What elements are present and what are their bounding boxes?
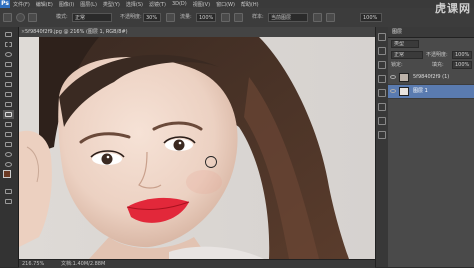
layer-row-selected[interactable]: 图层 1 xyxy=(388,85,474,99)
fill-label: 填充: xyxy=(432,62,444,68)
properties-panel-icon[interactable] xyxy=(378,47,386,55)
eraser-tool-icon[interactable] xyxy=(3,130,14,139)
eyedropper-tool-icon[interactable] xyxy=(3,80,14,89)
swatches-panel-icon[interactable] xyxy=(378,61,386,69)
watermark-logo: 虎课网 xyxy=(435,2,471,15)
brush-tool-icon[interactable] xyxy=(3,100,14,109)
menu-layer[interactable]: 图层(L) xyxy=(77,1,100,8)
layer-opacity-input[interactable]: 100% xyxy=(452,51,472,59)
layer-thumbnail xyxy=(399,73,409,82)
layer-name: 5f9840f2f9 (1) xyxy=(413,74,450,80)
workspace-size[interactable]: 100% xyxy=(360,13,382,22)
menu-help[interactable]: 帮助(H) xyxy=(238,1,262,8)
layers-panel-title: 图层 xyxy=(392,29,403,35)
layer-kind-filter[interactable]: 类型 xyxy=(391,40,419,48)
layer-name: 图层 1 xyxy=(413,88,428,94)
pressure-size-icon[interactable] xyxy=(326,13,335,22)
lock-label: 锁定: xyxy=(391,62,403,68)
ignore-adjustment-icon[interactable] xyxy=(313,13,322,22)
menu-image[interactable]: 图像(I) xyxy=(56,1,77,8)
flow-input[interactable]: 100% xyxy=(196,13,216,22)
brush-panel-icon[interactable] xyxy=(28,13,37,22)
menu-3d[interactable]: 3D(D) xyxy=(169,1,190,7)
layers-panel-header[interactable]: 图层 xyxy=(388,27,474,38)
opacity-input[interactable]: 30% xyxy=(143,13,161,22)
layers-panel: 图层 类型 正常 不透明度: 100% 锁定: 填充: 100% 5f9840f… xyxy=(388,27,474,267)
menu-bar: Ps 文件(F) 编辑(E) 图像(I) 图层(L) 类型(Y) 选择(S) 滤… xyxy=(0,0,474,8)
opacity-label: 不透明度: xyxy=(120,14,142,20)
gradient-tool-icon[interactable] xyxy=(3,140,14,149)
move-tool-icon[interactable] xyxy=(3,30,14,39)
sample-select[interactable]: 当前图层 xyxy=(268,13,308,22)
menu-file[interactable]: 文件(F) xyxy=(10,1,33,8)
menu-type[interactable]: 类型(Y) xyxy=(100,1,123,8)
airbrush-icon[interactable] xyxy=(221,13,230,22)
visibility-eye-icon[interactable] xyxy=(390,75,396,79)
tools-panel xyxy=(0,27,19,267)
panel-icon-strip xyxy=(375,27,388,267)
image-canvas[interactable] xyxy=(19,37,375,259)
marquee-tool-icon[interactable] xyxy=(3,40,14,49)
lasso-tool-icon[interactable] xyxy=(3,50,14,59)
aligned-icon[interactable] xyxy=(234,13,243,22)
blur-tool-icon[interactable] xyxy=(3,150,14,159)
fill-input[interactable]: 100% xyxy=(452,61,472,69)
history-panel-icon[interactable] xyxy=(378,33,386,41)
adjustments-panel-icon[interactable] xyxy=(378,75,386,83)
healing-brush-tool-icon[interactable] xyxy=(3,90,14,99)
app-logo: Ps xyxy=(0,0,10,8)
tool-preset-icon[interactable] xyxy=(3,13,12,22)
pressure-opacity-icon[interactable] xyxy=(166,13,175,22)
visibility-eye-icon[interactable] xyxy=(390,89,396,93)
screen-mode-icon[interactable] xyxy=(3,197,14,206)
menu-window[interactable]: 窗口(W) xyxy=(213,1,238,8)
layer-row[interactable]: 5f9840f2f9 (1) xyxy=(388,71,474,85)
mode-select[interactable]: 正常 xyxy=(72,13,112,22)
options-bar: 模式: 正常 不透明度: 30% 流量: 100% 样本: 当前图层 100% xyxy=(0,8,474,28)
document-tab-label: 5f9840f2f9.jpg @ 216% (图层 1, RGB/8#) xyxy=(25,29,128,35)
clone-source-panel-icon[interactable] xyxy=(378,131,386,139)
layer-blend-mode[interactable]: 正常 xyxy=(391,51,423,59)
crop-tool-icon[interactable] xyxy=(3,70,14,79)
clone-stamp-tool-icon[interactable] xyxy=(3,110,14,119)
brush-size-icon[interactable] xyxy=(16,13,25,22)
quick-mask-icon[interactable] xyxy=(3,187,14,196)
mode-label: 模式: xyxy=(56,14,68,20)
menu-edit[interactable]: 编辑(E) xyxy=(33,1,56,8)
quick-select-tool-icon[interactable] xyxy=(3,60,14,69)
dodge-tool-icon[interactable] xyxy=(3,160,14,169)
menu-select[interactable]: 选择(S) xyxy=(123,1,146,8)
portrait-photo xyxy=(19,37,375,259)
layer-opacity-label: 不透明度: xyxy=(426,52,448,58)
menu-filter[interactable]: 滤镜(T) xyxy=(146,1,169,8)
menu-view[interactable]: 视图(V) xyxy=(190,1,213,8)
character-panel-icon[interactable] xyxy=(378,103,386,111)
foreground-color-swatch[interactable] xyxy=(3,170,11,178)
paragraph-panel-icon[interactable] xyxy=(378,117,386,125)
history-brush-tool-icon[interactable] xyxy=(3,120,14,129)
brush-presets-panel-icon[interactable] xyxy=(378,89,386,97)
flow-label: 流量: xyxy=(180,14,192,20)
sample-label: 样本: xyxy=(252,14,264,20)
layer-thumbnail xyxy=(399,87,409,96)
